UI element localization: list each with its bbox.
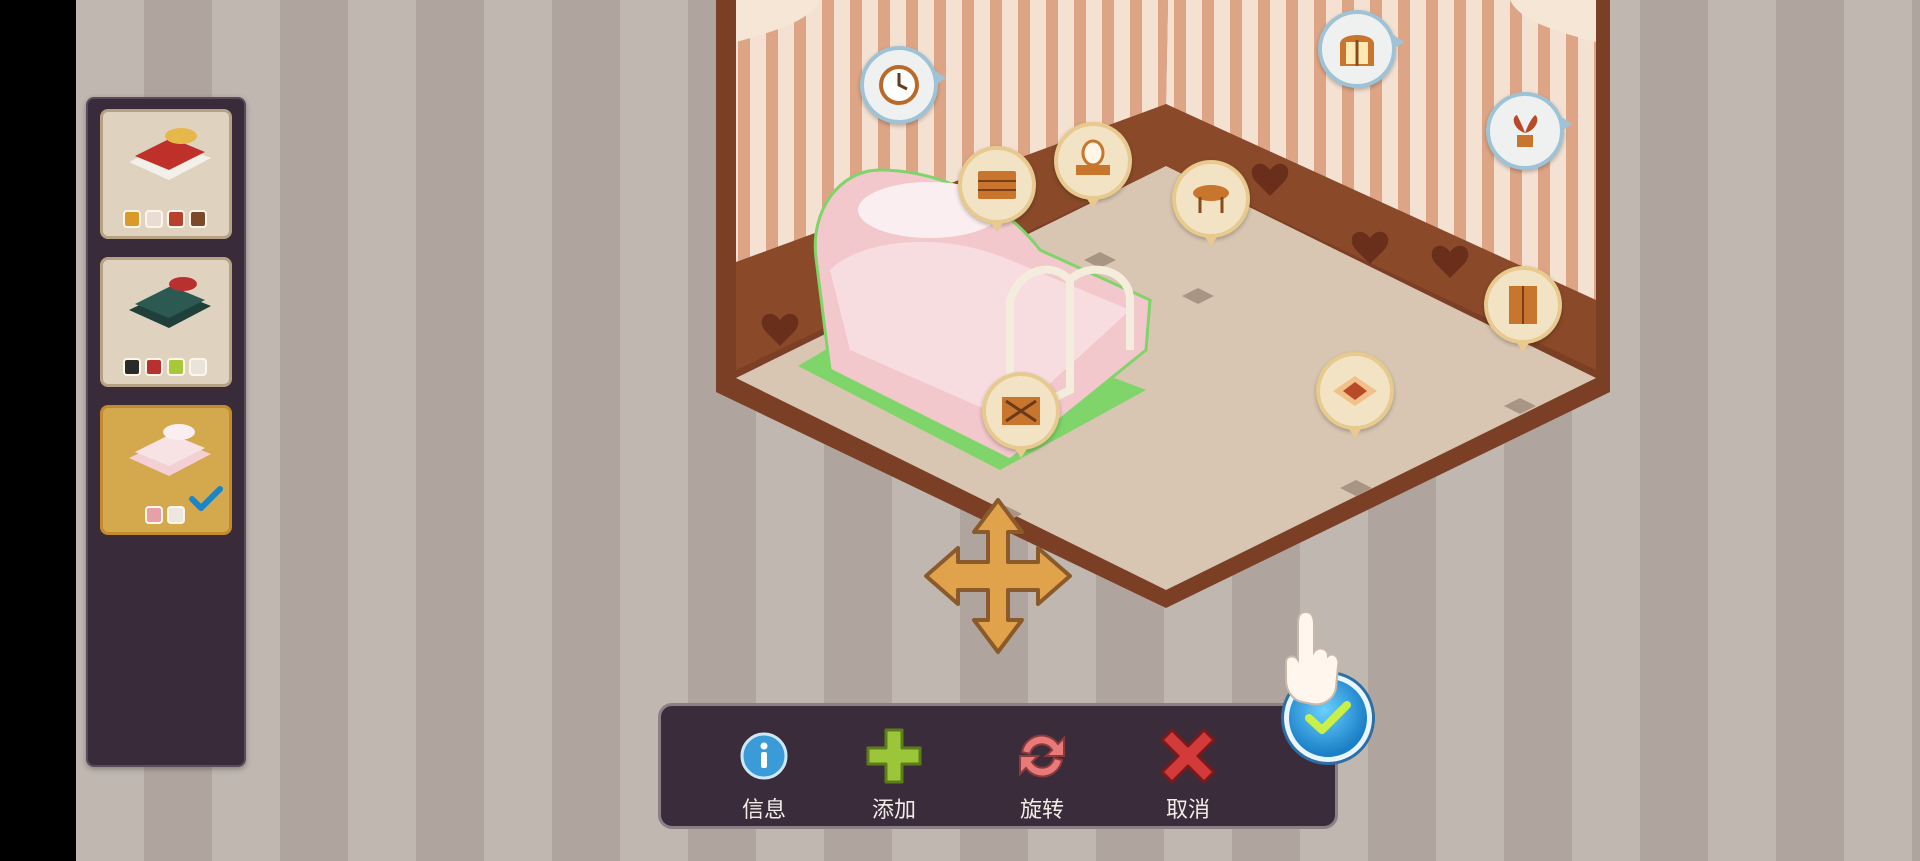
rotate-icon [1010,724,1074,788]
selected-check-icon [189,486,223,511]
tutorial-hand-icon [1285,610,1340,706]
color-swatches [123,358,207,376]
dark-green-bed-thumbnail [129,277,211,328]
color-swatches [123,210,207,228]
add-button[interactable]: 添加 [839,724,949,824]
pink-bed-thumbnail [129,424,211,476]
swatch[interactable] [189,358,207,376]
color-swatches [145,506,185,524]
move-arrows-icon[interactable] [922,496,1074,656]
round-table-icon[interactable] [1172,160,1250,246]
swatch[interactable] [167,506,185,524]
swatch[interactable] [123,358,141,376]
close-icon [1156,724,1220,788]
swatch[interactable] [189,210,207,228]
variant-card-red-bed[interactable] [100,109,232,239]
swatch[interactable] [145,506,163,524]
rotate-label: 旋转 [1019,798,1064,823]
swatch[interactable] [145,358,163,376]
variant-card-pink-bed[interactable] [100,405,232,535]
cancel-button[interactable]: 取消 [1133,724,1243,824]
info-button[interactable]: 信息 [709,724,819,824]
rotate-button[interactable]: 旋转 [987,724,1097,824]
rug-icon[interactable] [1316,352,1394,438]
dresser-icon[interactable] [958,146,1036,232]
swatch[interactable] [145,210,163,228]
vanity-mirror-icon[interactable] [1054,122,1132,208]
add-label: 添加 [871,798,916,823]
red-bed-thumbnail [129,128,211,180]
bed-end-icon[interactable] [982,372,1060,458]
furniture-variant-panel [86,97,246,767]
add-icon [862,724,926,788]
variant-card-dark-green-bed[interactable] [100,257,232,387]
clock-icon[interactable] [860,46,946,124]
swatch[interactable] [167,358,185,376]
cancel-label: 取消 [1165,798,1210,823]
info-label: 信息 [741,798,786,823]
info-icon [732,724,796,788]
window-icon[interactable] [1318,10,1404,88]
plant-icon[interactable] [1486,92,1572,170]
edit-toolbar: 信息 添加 旋转 取消 [658,703,1338,829]
swatch[interactable] [123,210,141,228]
swatch[interactable] [167,210,185,228]
wardrobe-icon[interactable] [1484,266,1562,352]
